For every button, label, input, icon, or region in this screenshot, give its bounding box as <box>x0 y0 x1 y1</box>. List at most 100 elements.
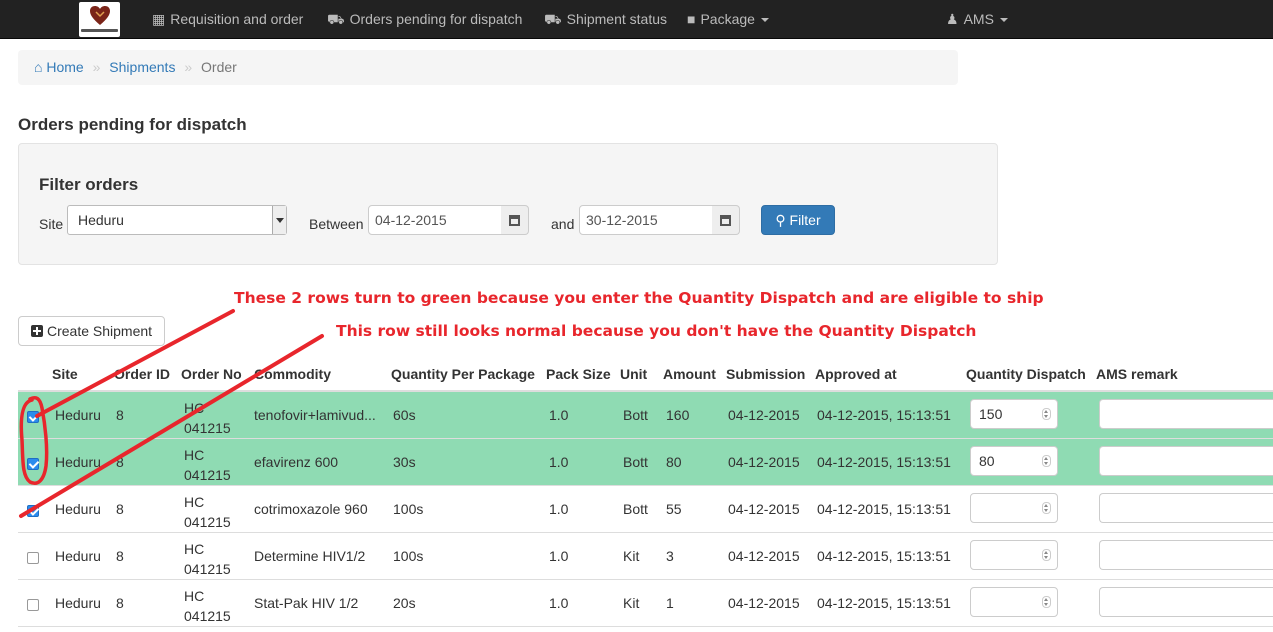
cell-qty-per-package: 20s <box>393 595 416 611</box>
department-of-health-logo[interactable] <box>79 2 120 37</box>
cell-site: Heduru <box>55 407 101 423</box>
logo-caption <box>81 29 118 32</box>
create-shipment-button[interactable]: Create Shipment <box>18 316 165 346</box>
site-select-value: Heduru <box>78 212 124 228</box>
cell-submission: 04-12-2015 <box>728 548 800 564</box>
cell-pack-size: 1.0 <box>549 595 569 611</box>
col-qty-dispatch: Quantity Dispatch <box>966 366 1086 382</box>
quantity-dispatch-input[interactable] <box>970 540 1058 570</box>
cell-approved-at: 04-12-2015, 15:13:51 <box>817 407 951 423</box>
table-row: Heduru 8 HC 041215 cotrimoxazole 960 100s… <box>18 486 1273 533</box>
breadcrumb: ⌂ Home » Shipments » Order <box>18 50 958 85</box>
breadcrumb-home[interactable]: ⌂ Home <box>34 59 84 75</box>
row-checkbox[interactable] <box>27 411 39 423</box>
cart-icon: ⛟ <box>327 11 345 27</box>
cell-approved-at: 04-12-2015, 15:13:51 <box>817 548 951 564</box>
stepper-icon[interactable] <box>1042 408 1051 420</box>
cell-qty-per-package: 100s <box>393 548 424 564</box>
cell-order-no: HC 041215 <box>184 447 231 483</box>
cell-amount: 1 <box>666 595 674 611</box>
cell-commodity: cotrimoxazole 960 <box>254 501 368 517</box>
cell-amount: 160 <box>666 407 690 423</box>
cell-pack-size: 1.0 <box>549 454 569 470</box>
cell-unit: Bott <box>623 501 648 517</box>
cell-submission: 04-12-2015 <box>728 407 800 423</box>
nav-label: Shipment status <box>566 11 668 27</box>
breadcrumb-shipments[interactable]: Shipments <box>109 59 175 75</box>
cell-unit: Kit <box>623 548 640 564</box>
filter-button[interactable]: ⚲ Filter <box>761 205 835 235</box>
chevron-down-icon <box>760 18 769 23</box>
cell-unit: Bott <box>623 454 648 470</box>
nav-user-dropdown[interactable]: ♟ AMS <box>946 0 1008 39</box>
quantity-dispatch-input[interactable]: 150 <box>970 399 1058 429</box>
cell-order-id: 8 <box>116 501 124 517</box>
cell-pack-size: 1.0 <box>549 548 569 564</box>
row-checkbox[interactable] <box>27 505 39 517</box>
cell-approved-at: 04-12-2015, 15:13:51 <box>817 595 951 611</box>
ams-remark-input[interactable] <box>1099 399 1273 429</box>
quantity-dispatch-input[interactable] <box>970 587 1058 617</box>
ams-remark-input[interactable] <box>1099 493 1273 523</box>
cell-order-id: 8 <box>116 548 124 564</box>
start-date-calendar-button[interactable] <box>501 205 529 235</box>
ams-remark-input[interactable] <box>1099 540 1273 570</box>
start-date-input[interactable]: 04-12-2015 <box>368 205 502 235</box>
filter-panel: Filter orders Site Heduru Between 04-12-… <box>18 143 998 265</box>
col-site: Site <box>52 366 78 382</box>
cell-site: Heduru <box>55 454 101 470</box>
calendar-icon <box>720 215 731 226</box>
cell-order-no: HC 041215 <box>184 494 231 530</box>
cell-qty-per-package: 60s <box>393 407 416 423</box>
cell-unit: Kit <box>623 595 640 611</box>
cell-commodity: Determine HIV1/2 <box>254 548 366 564</box>
cell-commodity: tenofovir+lamivud... <box>254 407 376 423</box>
breadcrumb-separator: » <box>92 59 101 75</box>
cell-submission: 04-12-2015 <box>728 501 800 517</box>
col-pack-size: Pack Size <box>546 366 611 382</box>
row-checkbox[interactable] <box>27 552 39 564</box>
col-unit: Unit <box>620 366 648 382</box>
nav-orders-pending-for-dispatch[interactable]: ⛟ Orders pending for dispatch <box>327 0 522 39</box>
ams-remark-input[interactable] <box>1099 446 1273 476</box>
cell-amount: 3 <box>666 548 674 564</box>
ams-remark-input[interactable] <box>1099 587 1273 617</box>
end-date-input[interactable]: 30-12-2015 <box>579 205 713 235</box>
cell-site: Heduru <box>55 501 101 517</box>
and-label: and <box>551 216 575 232</box>
table-header: Site Order ID Order No Commodity Quantit… <box>18 352 1273 392</box>
nav-package-dropdown[interactable]: ■ Package <box>687 0 769 39</box>
chevron-down-icon <box>272 206 286 234</box>
cell-order-no: HC 041215 <box>184 400 231 436</box>
cell-submission: 04-12-2015 <box>728 595 800 611</box>
page-title: Orders pending for dispatch <box>18 115 247 134</box>
col-approved-at: Approved at <box>815 366 897 382</box>
row-checkbox[interactable] <box>27 599 39 611</box>
quantity-dispatch-input[interactable]: 80 <box>970 446 1058 476</box>
user-icon: ♟ <box>946 11 959 27</box>
cell-site: Heduru <box>55 548 101 564</box>
table-icon: ▦ <box>152 11 166 27</box>
search-icon: ⚲ <box>775 212 790 228</box>
col-order-id: Order ID <box>114 366 171 382</box>
row-checkbox[interactable] <box>27 458 39 470</box>
col-order-no: Order No <box>181 366 242 382</box>
site-select[interactable]: Heduru <box>67 205 287 235</box>
nav-requisition-and-order[interactable]: ▦ Requisition and order <box>152 0 303 39</box>
stepper-icon[interactable] <box>1042 455 1051 467</box>
cell-qty-per-package: 100s <box>393 501 424 517</box>
stepper-icon[interactable] <box>1042 502 1051 514</box>
cell-unit: Bott <box>623 407 648 423</box>
stepper-icon[interactable] <box>1042 549 1051 561</box>
cell-approved-at: 04-12-2015, 15:13:51 <box>817 454 951 470</box>
chevron-down-icon <box>999 18 1008 23</box>
stepper-icon[interactable] <box>1042 596 1051 608</box>
nav-shipment-status[interactable]: ⛟ Shipment status <box>544 0 667 39</box>
nav-label: Requisition and order <box>170 11 304 27</box>
quantity-dispatch-input[interactable] <box>970 493 1058 523</box>
table-row: Heduru 8 HC 041215 Stat-Pak HIV 1/2 20s 1… <box>18 580 1273 627</box>
nav-label: Package <box>700 11 755 27</box>
cell-qty-per-package: 30s <box>393 454 416 470</box>
end-date-calendar-button[interactable] <box>712 205 740 235</box>
heart-emblem-icon <box>90 6 110 25</box>
